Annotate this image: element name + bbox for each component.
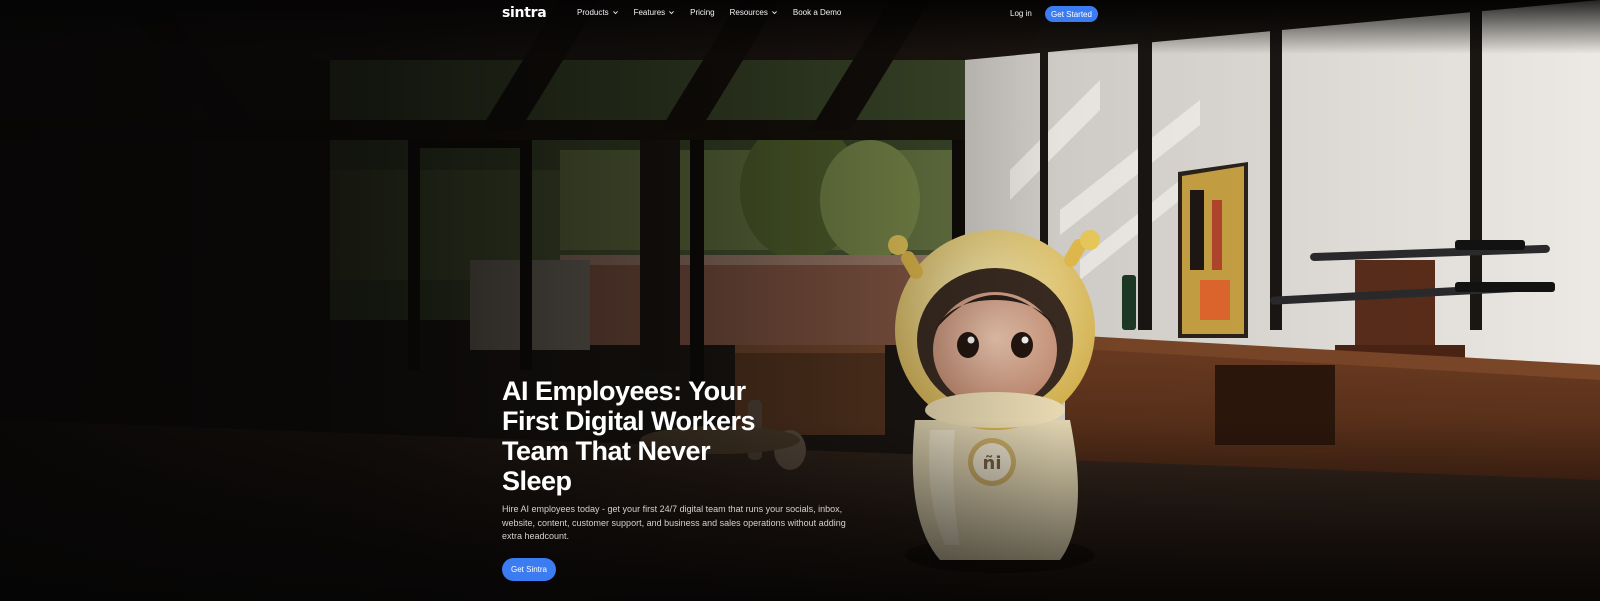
nav-pricing[interactable]: Pricing [690, 8, 714, 17]
landing-page: sintra Products Features Pricing Resourc… [0, 0, 1600, 601]
hero-title: AI Employees: Your First Digital Workers… [502, 376, 756, 496]
chevron-down-icon [771, 11, 777, 15]
nav-products-label: Products [577, 8, 609, 17]
nav-products[interactable]: Products [577, 8, 619, 17]
hero-subtitle: Hire AI employees today - get your first… [502, 504, 846, 541]
chevron-down-icon [612, 11, 618, 15]
nav-links: Products Features Pricing Resources Book… [577, 8, 841, 17]
mascot-badge: ñi [983, 453, 1002, 474]
nav-book-demo-label: Book a Demo [792, 8, 842, 17]
get-started-button[interactable]: Get Started [1045, 6, 1098, 22]
nav-pricing-label: Pricing [690, 8, 715, 17]
nav-resources-label: Resources [729, 8, 768, 17]
nav-book-demo[interactable]: Book a Demo [793, 8, 841, 17]
mascot-badge-text: ñi [983, 453, 1002, 474]
top-navigation: sintra Products Features Pricing Resourc… [0, 0, 1600, 28]
nav-features[interactable]: Features [634, 8, 676, 17]
sintra-logo[interactable]: sintra [502, 5, 547, 21]
login-link[interactable]: Log in [1010, 9, 1032, 18]
nav-resources[interactable]: Resources [730, 8, 778, 17]
nav-features-label: Features [633, 8, 666, 17]
chevron-down-icon [669, 11, 675, 15]
get-sintra-button[interactable]: Get Sintra [502, 558, 556, 581]
